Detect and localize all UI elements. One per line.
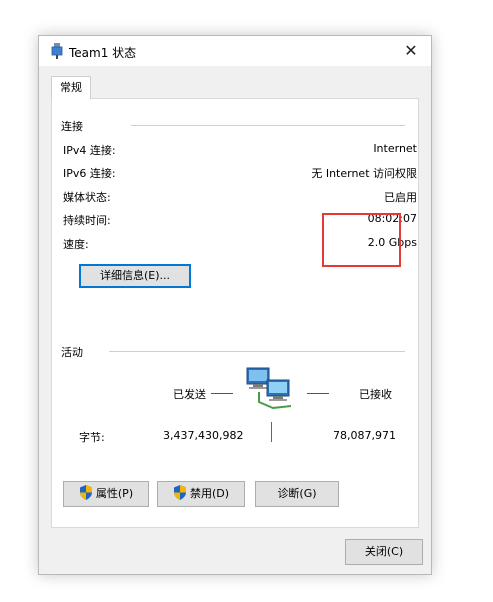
activity-heading: 活动 xyxy=(61,346,83,359)
status-dialog: Team1 状态 ✕ 常规 连接 IPv4 连接: Internet IPv6 … xyxy=(38,35,432,575)
received-line xyxy=(307,393,329,394)
bytes-received-value: 78,087,971 xyxy=(333,429,396,442)
connection-divider xyxy=(131,125,405,126)
sent-label: 已发送 xyxy=(173,388,206,401)
received-label: 已接收 xyxy=(359,388,392,401)
ipv6-value: 无 Internet 访问权限 xyxy=(311,167,417,180)
activity-divider xyxy=(109,351,405,352)
sent-line xyxy=(211,393,233,394)
diagnose-button[interactable]: 诊断(G) xyxy=(255,481,339,507)
close-window-button[interactable]: ✕ xyxy=(391,36,431,66)
bytes-divider xyxy=(271,422,272,442)
properties-button[interactable]: 属性(P) xyxy=(63,481,149,507)
ipv4-value: Internet xyxy=(373,142,417,155)
properties-label: 属性(P) xyxy=(95,487,134,500)
title-bar: Team1 状态 ✕ xyxy=(39,36,431,66)
media-state-value: 已启用 xyxy=(384,191,417,204)
window-title: Team1 状态 xyxy=(69,46,137,60)
connection-heading: 连接 xyxy=(61,120,83,133)
uac-shield-icon xyxy=(79,485,92,500)
details-button[interactable]: 详细信息(E)... xyxy=(79,264,191,288)
media-state-label: 媒体状态: xyxy=(63,191,111,204)
disable-button[interactable]: 禁用(D) xyxy=(157,481,245,507)
disable-label: 禁用(D) xyxy=(189,487,230,500)
ipv6-label: IPv6 连接: xyxy=(63,167,116,180)
close-button[interactable]: 关闭(C) xyxy=(345,539,423,565)
bytes-label: 字节: xyxy=(79,431,105,444)
ipv4-label: IPv4 连接: xyxy=(63,144,116,157)
bytes-sent-value: 3,437,430,982 xyxy=(163,429,244,442)
uac-shield-icon xyxy=(173,485,186,500)
network-adapter-icon xyxy=(51,43,63,59)
network-computers-icon xyxy=(246,367,292,410)
annotation-highlight-box xyxy=(322,213,401,267)
general-panel xyxy=(51,98,419,528)
tab-general[interactable]: 常规 xyxy=(51,76,91,99)
duration-label: 持续时间: xyxy=(63,214,111,227)
speed-label: 速度: xyxy=(63,238,89,251)
